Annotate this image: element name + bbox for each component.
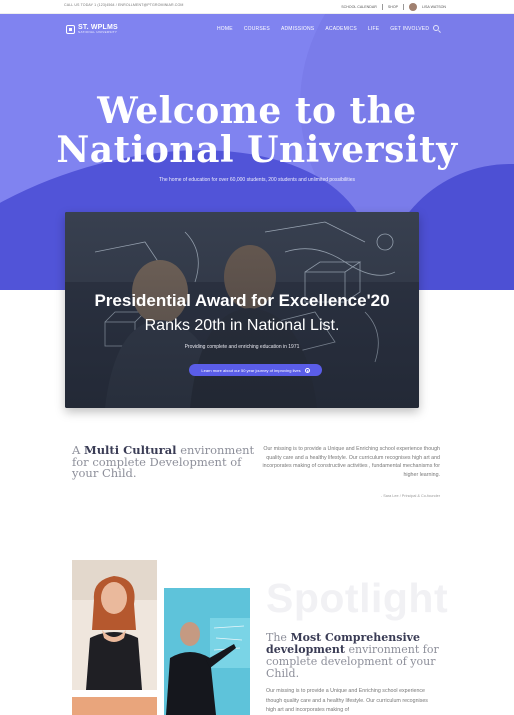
multicultural-text: Our missing is to provide a Unique and E… bbox=[262, 446, 440, 479]
feature-title: Presidential Award for Excellence'20 bbox=[94, 291, 390, 310]
play-icon bbox=[304, 367, 310, 373]
nav-item-admissions[interactable]: ADMISSIONS bbox=[281, 26, 314, 32]
user-avatar[interactable] bbox=[409, 3, 418, 11]
nav-item-academics[interactable]: ACADEMICS bbox=[325, 26, 357, 32]
learn-more-button[interactable]: Learn more about our 50 year journey of … bbox=[189, 364, 322, 376]
multicultural-heading: A Multi Cultural environment for complet… bbox=[72, 444, 262, 480]
lecturer-photo bbox=[164, 588, 250, 715]
divider bbox=[403, 4, 405, 10]
signature: - Sara Lee / Principal & Co-founder bbox=[380, 494, 440, 498]
nav-menu: HOME COURSES ADMISSIONS ACADEMICS LIFE G… bbox=[217, 26, 429, 32]
feature-subtitle: Ranks 20th in National List. bbox=[144, 317, 340, 334]
spotlight-text: Our missing is to provide a Unique and E… bbox=[266, 688, 428, 713]
shop-link[interactable]: SHOP bbox=[388, 5, 398, 9]
site-logo[interactable]: ST. WPLMS NATIONAL UNIVERSITY bbox=[66, 24, 118, 34]
spotlight-heading: The Most Comprehensive development envir… bbox=[266, 632, 446, 680]
hero-title-line: National University bbox=[56, 129, 458, 171]
feature-text: Providing complete and enriching educati… bbox=[184, 344, 300, 350]
logo-tagline: NATIONAL UNIVERSITY bbox=[78, 30, 118, 34]
hero-title: Welcome to the National University bbox=[0, 92, 514, 170]
main-nav: ST. WPLMS NATIONAL UNIVERSITY HOME COURS… bbox=[0, 14, 514, 42]
nav-item-courses[interactable]: COURSES bbox=[244, 26, 270, 32]
logo-icon bbox=[66, 24, 75, 34]
nav-item-life[interactable]: LIFE bbox=[368, 26, 379, 32]
user-name[interactable]: LISA WATSON bbox=[422, 5, 446, 9]
hero-title-line: Welcome to the bbox=[97, 90, 417, 132]
spotlight-watermark: Spotlight bbox=[266, 575, 449, 621]
campus-photo bbox=[72, 697, 157, 715]
nav-item-home[interactable]: HOME bbox=[217, 26, 233, 32]
nav-item-get-involved[interactable]: GET INVOLVED bbox=[390, 26, 429, 32]
contact-info: CALL US TODAY 1 (123)4564 / ENROLLMENT@P… bbox=[64, 3, 184, 7]
learn-more-label: Learn more about our 50 year journey of … bbox=[201, 367, 301, 373]
divider bbox=[381, 4, 383, 10]
hero-subtitle: The home of education for over 60,000 st… bbox=[159, 177, 355, 183]
feature-card: Presidential Award for Excellence'20 Ran… bbox=[65, 212, 419, 408]
top-bar-links: SCHOOL CALENDAR SHOP LISA WATSON bbox=[341, 1, 446, 13]
top-bar: CALL US TODAY 1 (123)4564 / ENROLLMENT@P… bbox=[0, 0, 514, 14]
school-calendar-link[interactable]: SCHOOL CALENDAR bbox=[341, 5, 377, 9]
student-photo bbox=[72, 560, 157, 690]
search-icon[interactable] bbox=[433, 25, 439, 31]
